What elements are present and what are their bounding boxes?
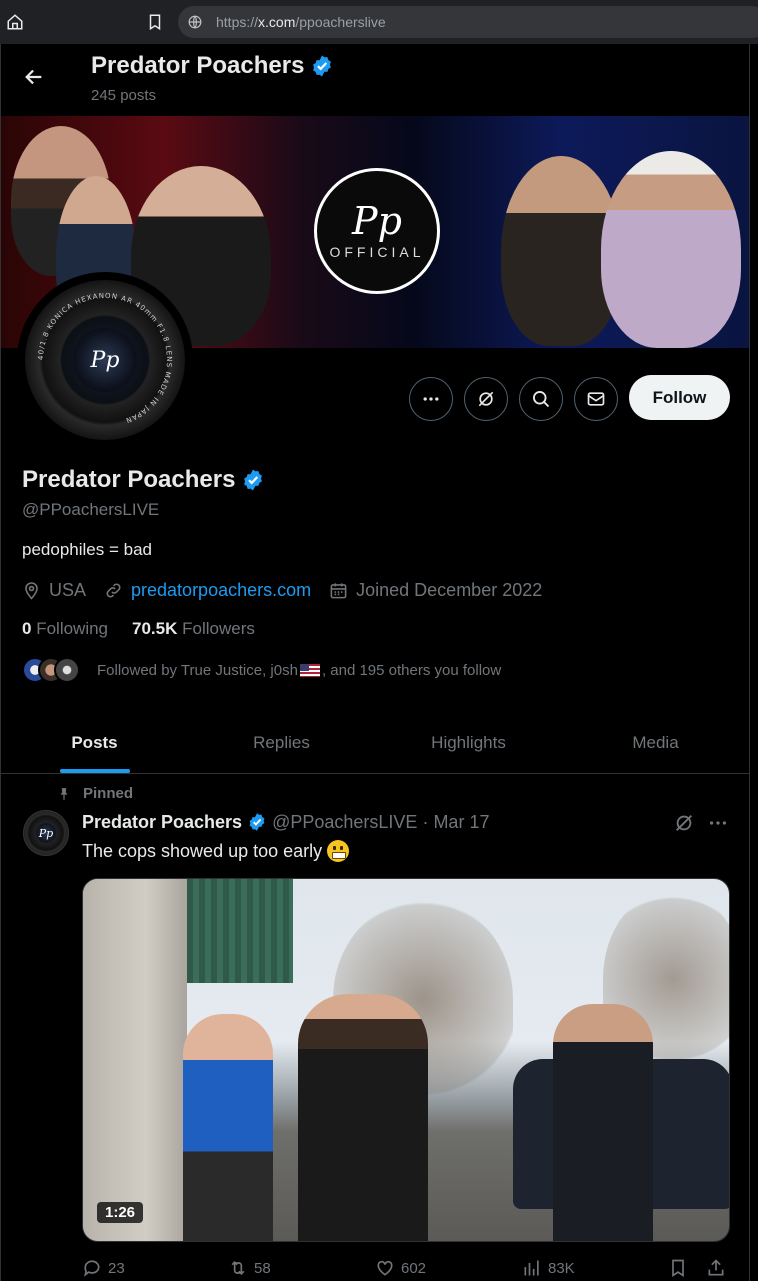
link-icon <box>106 582 121 598</box>
grok-icon[interactable] <box>673 812 695 834</box>
tweet-actions: 23 58 602 83K <box>82 1258 742 1281</box>
tweet-author-handle[interactable]: @PPoachersLIVE <box>272 812 417 833</box>
profile-stats: 0 Following 70.5K Followers <box>22 619 255 639</box>
header-name: Predator Poachers <box>91 52 305 79</box>
followers-link[interactable]: 70.5K Followers <box>132 619 255 639</box>
location-icon <box>25 581 38 600</box>
browser-toolbar: https://x.com/ppoacherslive <box>0 0 758 44</box>
tweet-separator: · <box>422 811 429 832</box>
profile-name: Predator Poachers <box>22 466 265 494</box>
globe-icon <box>188 15 202 29</box>
verified-badge-icon <box>249 813 265 831</box>
back-arrow-icon[interactable] <box>23 66 45 88</box>
profile-website[interactable]: predatorpoachers.com <box>104 580 311 601</box>
tweet-author-avatar[interactable]: Pp <box>23 810 69 856</box>
website-link[interactable]: predatorpoachers.com <box>131 580 311 601</box>
reply-icon <box>83 1260 100 1277</box>
profile-meta: USA predatorpoachers.com Joined December… <box>22 579 560 601</box>
verified-badge-icon <box>244 469 263 491</box>
grimacing-emoji-icon <box>327 840 350 862</box>
profile-handle: @PPoachersLIVE <box>22 500 160 519</box>
share-icon <box>708 1259 724 1276</box>
follow-button[interactable]: Follow <box>629 375 730 420</box>
tweet-video[interactable]: 1:26 <box>82 878 730 1242</box>
home-icon[interactable] <box>6 13 24 31</box>
profile-avatar[interactable]: 40/1.8 KONICA HEXANON AR 40mm F1.8 LENS … <box>17 272 193 448</box>
banner-logo: Pp OFFICIAL <box>314 168 440 294</box>
url-text: https://x.com/ppoacherslive <box>216 14 386 30</box>
profile-header: Predator Poachers 245 posts <box>1 44 749 116</box>
calendar-icon <box>330 582 347 598</box>
profile-tabs: Posts Replies Highlights Media <box>1 712 749 774</box>
views-icon <box>524 1260 539 1276</box>
video-scene-wall <box>83 879 187 1241</box>
search-icon <box>533 391 550 408</box>
video-scene-person <box>553 1004 653 1241</box>
followed-by[interactable]: Followed by True Justice, j0sh , and 195… <box>22 656 501 684</box>
tab-highlights[interactable]: Highlights <box>375 712 562 773</box>
video-scene-person <box>298 994 428 1241</box>
active-tab-indicator <box>59 769 130 773</box>
bookmark-icon[interactable] <box>146 13 164 31</box>
address-bar[interactable]: https://x.com/ppoacherslive <box>178 6 758 38</box>
profile-location: USA <box>22 580 86 601</box>
video-scene-person <box>183 1014 273 1241</box>
more-options-button[interactable] <box>409 377 453 421</box>
tab-posts[interactable]: Posts <box>1 712 188 773</box>
tweet-text: The cops showed up too early <box>82 840 350 862</box>
profile-bio: pedophiles = bad <box>22 540 152 559</box>
search-profile-button[interactable] <box>519 377 563 421</box>
video-duration: 1:26 <box>97 1202 144 1223</box>
like-icon <box>377 1260 393 1276</box>
grok-button[interactable] <box>464 377 508 421</box>
following-link[interactable]: 0 Following <box>22 619 108 639</box>
avatar <box>54 657 80 683</box>
repost-button[interactable]: 58 <box>228 1258 271 1278</box>
more-icon <box>423 397 439 401</box>
tab-replies[interactable]: Replies <box>188 712 375 773</box>
header-title: Predator Poachers <box>91 52 334 80</box>
us-flag-icon <box>299 663 320 677</box>
pinned-label: Pinned <box>57 785 133 802</box>
posts-count: 245 posts <box>91 87 157 104</box>
views-button[interactable]: 83K <box>522 1258 575 1278</box>
more-icon[interactable] <box>707 812 729 834</box>
video-scene-awning <box>187 879 293 983</box>
message-icon <box>587 392 605 406</box>
message-button[interactable] <box>574 377 618 421</box>
bookmark-icon <box>672 1259 684 1278</box>
banner-person <box>601 151 741 348</box>
profile-page: Predator Poachers 245 posts Pp OFFICIAL … <box>0 44 750 1281</box>
grok-icon <box>478 391 494 407</box>
tweet-date[interactable]: Mar 17 <box>433 812 489 833</box>
tweet-header: Predator Poachers @PPoachersLIVE · Mar 1… <box>82 811 489 833</box>
share-button[interactable] <box>706 1258 732 1278</box>
tab-media[interactable]: Media <box>562 712 749 773</box>
avatar-lens-center: Pp <box>73 328 137 392</box>
follower-avatars <box>22 657 82 683</box>
verified-badge-icon <box>313 55 332 77</box>
bookmark-button[interactable] <box>668 1258 694 1278</box>
repost-icon <box>231 1260 245 1276</box>
reply-button[interactable]: 23 <box>82 1258 125 1278</box>
like-button[interactable]: 602 <box>375 1258 426 1278</box>
profile-joined: Joined December 2022 <box>329 580 542 601</box>
pin-icon <box>60 787 68 800</box>
avatar-lens: 40/1.8 KONICA HEXANON AR 40mm F1.8 LENS … <box>25 280 185 440</box>
tweet-author-name[interactable]: Predator Poachers <box>82 812 242 833</box>
